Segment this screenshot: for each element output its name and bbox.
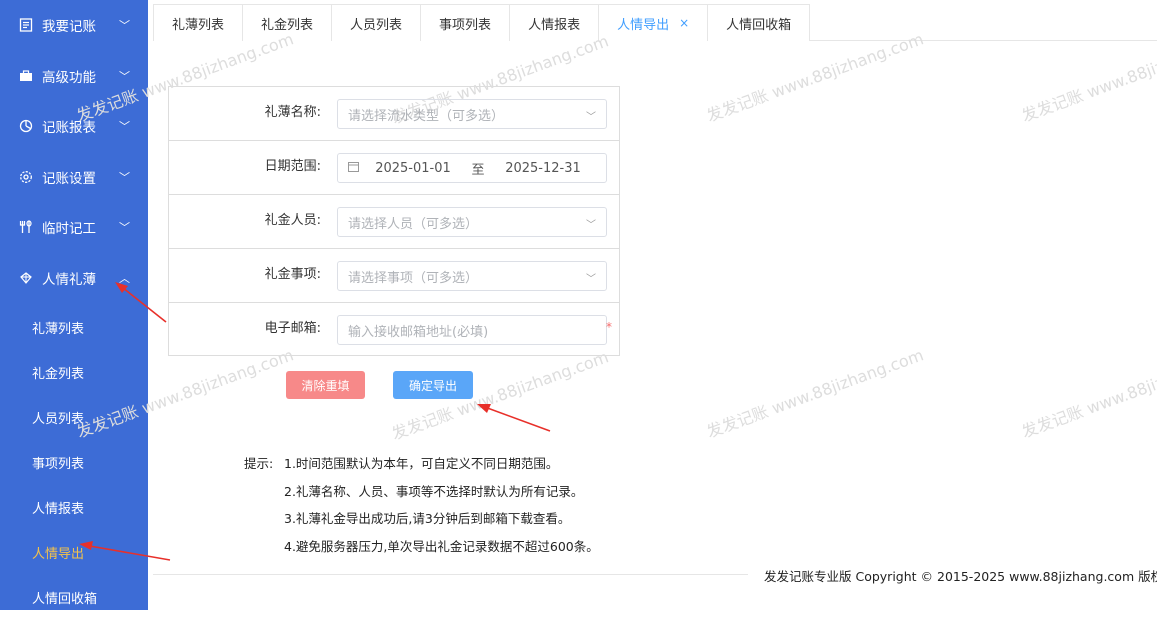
required-mark: * <box>606 320 612 334</box>
tab-gift-report[interactable]: 人情报表 <box>509 4 600 41</box>
watermark: 发发记账 www.88jizhang.com <box>1019 345 1157 442</box>
close-icon[interactable]: × <box>679 16 689 30</box>
book-select[interactable]: 请选择流水类型（可多选） ﹀ <box>337 99 607 129</box>
sub-item-gift-export[interactable]: 人情导出 <box>0 530 148 575</box>
tips-section: 提示: 1.时间范围默认为本年，可自定义不同日期范围。 2.礼薄名称、人员、事项… <box>244 450 599 560</box>
menu-item-advanced[interactable]: 高级功能 ﹀ <box>0 51 148 102</box>
gear-icon <box>18 169 34 185</box>
date-start[interactable]: 2025-01-01 <box>373 161 453 176</box>
form-row-person: 礼金人员: 请选择人员（可多选） ﹀ <box>169 195 619 249</box>
sub-item-event-list[interactable]: 事项列表 <box>0 440 148 485</box>
date-range-picker[interactable]: 2025-01-01 至 2025-12-31 <box>337 153 607 183</box>
tab-label: 人情导出 <box>617 17 670 33</box>
sub-item-gift-report[interactable]: 人情报表 <box>0 485 148 530</box>
event-select[interactable]: 请选择事项（可多选） ﹀ <box>337 261 607 291</box>
footer-divider <box>153 574 748 575</box>
person-select[interactable]: 请选择人员（可多选） ﹀ <box>337 207 607 237</box>
gift-icon <box>18 270 34 286</box>
tab-gift-export[interactable]: 人情导出 × <box>598 4 709 41</box>
menu-label: 人情礼薄 <box>42 271 96 288</box>
person-label: 礼金人员: <box>264 213 321 228</box>
tip-line: 1.时间范围默认为本年，可自定义不同日期范围。 <box>284 456 559 471</box>
sub-item-person-list[interactable]: 人员列表 <box>0 395 148 440</box>
chevron-down-icon: ﹀ <box>119 170 130 184</box>
tab-gift-book-list[interactable]: 礼薄列表 <box>153 4 244 41</box>
book-placeholder: 请选择流水类型（可多选） <box>348 108 505 124</box>
menu-item-gift-book[interactable]: 人情礼薄 ︿ <box>0 253 148 304</box>
menu-item-settings[interactable]: 记账设置 ﹀ <box>0 152 148 203</box>
tab-person-list[interactable]: 人员列表 <box>331 4 422 41</box>
reset-button[interactable]: 清除重填 <box>286 371 365 399</box>
tab-event-list[interactable]: 事项列表 <box>420 4 511 41</box>
sub-item-gift-book-list[interactable]: 礼薄列表 <box>0 305 148 350</box>
menu-item-reports[interactable]: 记账报表 ﹀ <box>0 101 148 152</box>
tips-label: 提示: <box>244 456 274 471</box>
briefcase-icon <box>18 68 34 84</box>
chevron-down-icon: ﹀ <box>119 19 130 33</box>
form-row-event: 礼金事项: 请选择事项（可多选） ﹀ <box>169 249 619 303</box>
person-placeholder: 请选择人员（可多选） <box>348 216 479 232</box>
menu-item-temp-work[interactable]: 临时记工 ﹀ <box>0 202 148 253</box>
date-separator: 至 <box>471 162 485 178</box>
chevron-down-icon: ﹀ <box>586 220 596 231</box>
date-end[interactable]: 2025-12-31 <box>503 161 583 176</box>
chevron-down-icon: ﹀ <box>586 274 596 285</box>
menu-label: 记账设置 <box>42 170 96 187</box>
copyright-text: 发发记账专业版 Copyright © 2015-2025 www.88jizh… <box>764 569 1157 584</box>
annotation-arrow <box>477 404 551 432</box>
ledger-icon <box>18 17 34 33</box>
tip-line: 2.礼薄名称、人员、事项等不选择时默认为所有记录。 <box>284 483 584 499</box>
sub-item-gift-recycle-bin[interactable]: 人情回收箱 <box>0 575 148 620</box>
chevron-down-icon: ﹀ <box>119 221 130 235</box>
menu-label: 高级功能 <box>42 69 96 86</box>
book-label: 礼薄名称: <box>264 105 321 120</box>
email-field[interactable]: 输入接收邮箱地址(必填) <box>337 315 607 345</box>
email-placeholder: 输入接收邮箱地址(必填) <box>348 324 489 340</box>
form-row-book: 礼薄名称: 请选择流水类型（可多选） ﹀ <box>169 87 619 141</box>
chevron-down-icon: ﹀ <box>586 112 596 123</box>
export-form: 礼薄名称: 请选择流水类型（可多选） ﹀ 日期范围: 2025-01-01 至 … <box>168 86 620 356</box>
watermark: 发发记账 www.88jizhang.com <box>704 345 926 442</box>
form-row-date: 日期范围: 2025-01-01 至 2025-12-31 <box>169 141 619 195</box>
tip-line: 3.礼薄礼金导出成功后,请3分钟后到邮箱下载查看。 <box>284 511 571 526</box>
form-row-email: 电子邮箱: 输入接收邮箱地址(必填) <box>169 303 619 357</box>
pie-chart-icon <box>18 118 34 134</box>
sidebar: 我要记账 ﹀ 高级功能 ﹀ 记账报表 ﹀ 记账设置 ﹀ 临时记工 ﹀ 人情礼薄 … <box>0 0 148 610</box>
chevron-down-icon: ﹀ <box>119 120 130 134</box>
tools-icon <box>18 219 34 235</box>
menu-label: 临时记工 <box>42 221 96 238</box>
calendar-icon <box>348 161 359 175</box>
chevron-down-icon: ﹀ <box>119 69 130 83</box>
tab-gift-money-list[interactable]: 礼金列表 <box>242 4 333 41</box>
tip-line: 4.避免服务器压力,单次导出礼金记录数据不超过600条。 <box>284 538 599 554</box>
event-placeholder: 请选择事项（可多选） <box>348 270 479 286</box>
tab-bar: 礼薄列表 礼金列表 人员列表 事项列表 人情报表 人情导出 × 人情回收箱 <box>153 4 1157 41</box>
menu-item-bookkeeping[interactable]: 我要记账 ﹀ <box>0 0 148 51</box>
menu-label: 我要记账 <box>42 19 96 36</box>
export-button[interactable]: 确定导出 <box>393 371 473 399</box>
chevron-up-icon: ︿ <box>119 271 130 285</box>
tab-gift-recycle-bin[interactable]: 人情回收箱 <box>707 4 811 41</box>
sub-item-gift-money-list[interactable]: 礼金列表 <box>0 350 148 395</box>
email-label: 电子邮箱: <box>264 321 321 336</box>
event-label: 礼金事项: <box>264 267 321 282</box>
date-label: 日期范围: <box>264 159 321 174</box>
menu-label: 记账报表 <box>42 120 96 137</box>
